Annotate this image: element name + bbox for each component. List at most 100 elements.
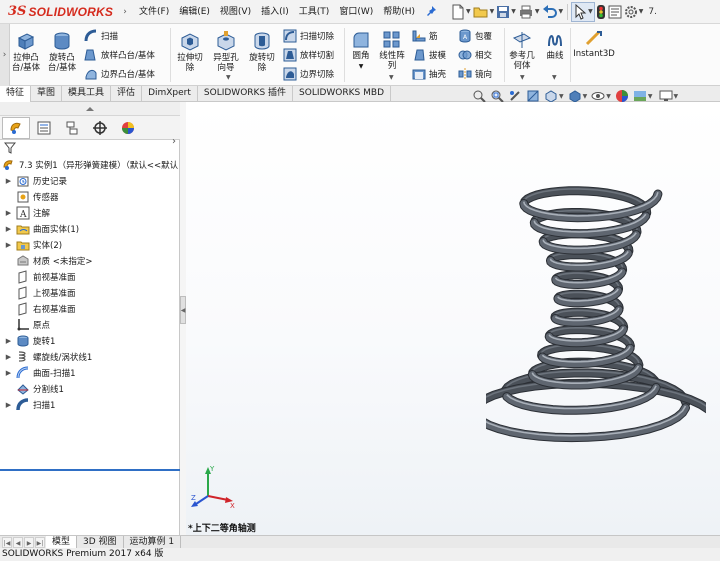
tree-item[interactable]: 上视基准面 — [0, 285, 180, 301]
more-tabs-icon[interactable]: › — [172, 136, 176, 147]
expand-arrow-icon[interactable]: ▶ — [4, 337, 13, 345]
tab-evaluate[interactable]: 评估 — [111, 86, 143, 102]
zoom-area-icon[interactable] — [490, 89, 504, 103]
tree-item[interactable]: 传感器 — [0, 189, 180, 205]
display-style-icon[interactable] — [568, 89, 582, 103]
tab-displaymanager[interactable] — [114, 117, 142, 139]
menu-expand-icon[interactable]: › — [118, 7, 132, 17]
tab-3d-views[interactable]: 3D 视图 — [77, 535, 124, 549]
revolve-boss-button[interactable]: 旋转凸 台/基体 — [44, 30, 80, 73]
undo-button[interactable]: ▼ — [541, 2, 565, 22]
view-settings-icon[interactable] — [659, 89, 673, 103]
boundary-cut-button[interactable]: 边界切除 — [283, 65, 334, 82]
rebuild-button[interactable] — [595, 2, 607, 22]
curves-button[interactable]: 曲线 — [540, 30, 570, 61]
tab-propertymanager[interactable] — [30, 117, 58, 139]
tab-motion-study[interactable]: 运动算例 1 — [124, 535, 182, 549]
tree-item[interactable]: ▶ 实体(2) — [0, 237, 180, 253]
tree-item[interactable]: ▶ 扫描1 — [0, 397, 180, 413]
instant3d-button[interactable]: Instant3D — [573, 30, 615, 59]
tab-sketch[interactable]: 草图 — [31, 86, 63, 102]
options-button[interactable]: ▼ — [623, 2, 645, 22]
lofted-cut-button[interactable]: 放样切割 — [283, 46, 334, 63]
sweep-button[interactable]: 扫描 — [84, 27, 118, 44]
chevron-down-icon[interactable]: ▼ — [674, 93, 679, 100]
chevron-down-icon[interactable]: ▼ — [588, 8, 593, 15]
chevron-down-icon[interactable]: ▼ — [535, 8, 540, 15]
apply-scene-icon[interactable] — [633, 89, 647, 103]
fillet-button[interactable]: 圆角 ▼ — [348, 30, 374, 72]
chevron-down-icon[interactable]: ▼ — [511, 8, 516, 15]
menu-help[interactable]: 帮助(H) — [378, 0, 420, 24]
expand-arrow-icon[interactable]: ▶ — [4, 369, 13, 377]
tree-item[interactable]: ▶ 曲面-扫描1 — [0, 365, 180, 381]
tab-dimxpertmanager[interactable] — [86, 117, 114, 139]
tree-item[interactable]: 分割线1 — [0, 381, 180, 397]
chevron-down-icon[interactable]: ▼ — [559, 93, 564, 100]
hole-wizard-button[interactable]: 异型孔 向导 — [208, 30, 244, 73]
rib-button[interactable]: 筋 — [412, 27, 438, 44]
tree-item[interactable]: 原点 — [0, 317, 180, 333]
swept-cut-button[interactable]: 扫描切除 — [283, 27, 334, 44]
mirror-button[interactable]: 镜向 — [458, 65, 492, 82]
curves-dropdown-icon[interactable]: ▼ — [552, 74, 557, 81]
menu-file[interactable]: 文件(F) — [134, 0, 174, 24]
shell-button[interactable]: 抽壳 — [412, 65, 446, 82]
expand-arrow-icon[interactable]: ▶ — [4, 177, 13, 185]
tree-item[interactable]: ▶ 曲面实体(1) — [0, 221, 180, 237]
tab-model[interactable]: 模型 — [46, 535, 78, 549]
tab-mbd[interactable]: SOLIDWORKS MBD — [293, 86, 391, 102]
pattern-dropdown-icon[interactable]: ▼ — [389, 74, 394, 81]
loft-boss-button[interactable]: 放样凸台/基体 — [84, 46, 155, 63]
view-orientation-icon[interactable] — [544, 89, 558, 103]
tab-addins[interactable]: SOLIDWORKS 插件 — [198, 86, 294, 102]
tab-dimxpert[interactable]: DimXpert — [142, 86, 198, 102]
tree-root-part[interactable]: 7.3 实例1（异形弹簧建模）（默认<<默认 — [0, 157, 180, 173]
pin-menu-icon[interactable] — [424, 5, 438, 19]
menu-window[interactable]: 窗口(W) — [334, 0, 378, 24]
filter-icon[interactable] — [4, 142, 16, 154]
zoom-to-fit-icon[interactable] — [472, 89, 486, 103]
menu-edit[interactable]: 编辑(E) — [174, 0, 215, 24]
open-document-button[interactable]: ▼ — [472, 2, 496, 22]
extrude-cut-button[interactable]: 拉伸切 除 — [174, 30, 206, 73]
menu-insert[interactable]: 插入(I) — [256, 0, 294, 24]
linear-pattern-button[interactable]: 线性阵 列 — [376, 30, 408, 71]
prev-tab-arrow-icon[interactable]: ◀ — [13, 536, 23, 548]
menu-tools[interactable]: 工具(T) — [294, 0, 335, 24]
menu-view[interactable]: 视图(V) — [215, 0, 256, 24]
ribbon-expand-arrow[interactable]: › — [0, 24, 10, 86]
tree-item[interactable]: ▶ 螺旋线/涡状线1 — [0, 349, 180, 365]
boundary-boss-button[interactable]: 边界凸台/基体 — [84, 65, 155, 82]
tree-item[interactable]: ▶ A 注解 — [0, 205, 180, 221]
select-button[interactable]: ▼ — [571, 1, 595, 22]
intersect-button[interactable]: 相交 — [458, 46, 492, 63]
expand-arrow-icon[interactable]: ▶ — [4, 401, 13, 409]
save-button[interactable]: ▼ — [495, 2, 517, 22]
print-button[interactable]: ▼ — [517, 2, 541, 22]
reference-geometry-button[interactable]: 参考几 何体 — [506, 30, 538, 71]
first-tab-arrow-icon[interactable]: |◀ — [2, 536, 12, 548]
extrude-boss-button[interactable]: 拉伸凸 台/基体 — [10, 30, 42, 73]
chevron-down-icon[interactable]: ▼ — [466, 8, 471, 15]
next-tab-arrow-icon[interactable]: ▶ — [24, 536, 34, 548]
chevron-down-icon[interactable]: ▼ — [606, 93, 611, 100]
draft-button[interactable]: 拔模 — [412, 46, 446, 63]
hole-wizard-dropdown-icon[interactable]: ▼ — [226, 74, 231, 81]
expand-arrow-icon[interactable]: ▶ — [4, 225, 13, 233]
panel-collapse-bar[interactable] — [0, 102, 180, 116]
tab-features[interactable]: 特征 — [0, 86, 32, 102]
expand-arrow-icon[interactable]: ▶ — [4, 353, 13, 361]
chevron-down-icon[interactable]: ▼ — [648, 93, 653, 100]
spring-model[interactable] — [486, 160, 706, 480]
tab-mold-tools[interactable]: 模具工具 — [62, 86, 112, 102]
wrap-button[interactable]: A 包覆 — [458, 27, 492, 44]
expand-arrow-icon[interactable]: ▶ — [4, 241, 13, 249]
tree-item[interactable]: 材质 <未指定> — [0, 253, 180, 269]
revolve-cut-button[interactable]: 旋转切 除 — [244, 30, 280, 73]
hide-show-items-icon[interactable] — [591, 89, 605, 103]
chevron-down-icon[interactable]: ▼ — [639, 8, 644, 15]
edit-appearance-icon[interactable] — [615, 89, 629, 103]
tab-featuremanager[interactable] — [2, 116, 30, 139]
section-view-icon[interactable] — [526, 89, 540, 103]
